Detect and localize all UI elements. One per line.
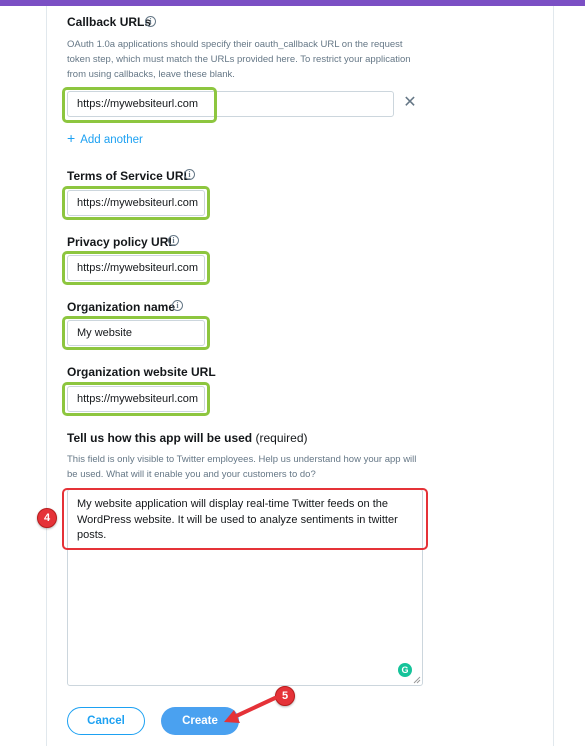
- usage-label: Tell us how this app will be used (requi…: [67, 431, 308, 445]
- usage-highlight: [62, 488, 428, 550]
- plus-icon: +: [67, 130, 76, 146]
- privacy-url-highlight: [62, 251, 210, 285]
- org-url-label: Organization website URL: [67, 365, 216, 379]
- privacy-url-label: Privacy policy URL: [67, 235, 176, 249]
- callback-urls-label: Callback URLs: [67, 15, 152, 29]
- step-4-badge: 4: [37, 508, 57, 528]
- usage-label-text: Tell us how this app will be used: [67, 431, 253, 445]
- callback-url-highlight: [62, 87, 217, 123]
- required-tag: (required): [255, 431, 308, 445]
- info-icon[interactable]: i: [168, 235, 179, 246]
- org-name-label: Organization name: [67, 300, 176, 314]
- usage-help: This field is only visible to Twitter em…: [67, 454, 417, 480]
- info-icon[interactable]: i: [184, 169, 195, 180]
- add-another-label: Add another: [80, 134, 143, 146]
- add-another-link[interactable]: + Add another: [67, 130, 143, 146]
- org-url-highlight: [62, 382, 210, 416]
- panel-right-border: [553, 6, 554, 746]
- info-icon[interactable]: i: [145, 16, 156, 27]
- close-icon[interactable]: ✕: [403, 95, 417, 111]
- grammarly-icon[interactable]: G: [398, 663, 412, 677]
- top-accent-bar: [0, 0, 585, 6]
- org-name-highlight: [62, 316, 210, 350]
- callback-urls-help: OAuth 1.0a applications should specify t…: [67, 39, 411, 80]
- resize-handle-icon[interactable]: [413, 676, 421, 684]
- panel-left-border: [46, 6, 47, 746]
- arrow-icon: [224, 696, 277, 723]
- terms-url-label: Terms of Service URL: [67, 169, 191, 183]
- cancel-button[interactable]: Cancel: [67, 707, 145, 735]
- info-icon[interactable]: i: [172, 300, 183, 311]
- terms-url-highlight: [62, 186, 210, 220]
